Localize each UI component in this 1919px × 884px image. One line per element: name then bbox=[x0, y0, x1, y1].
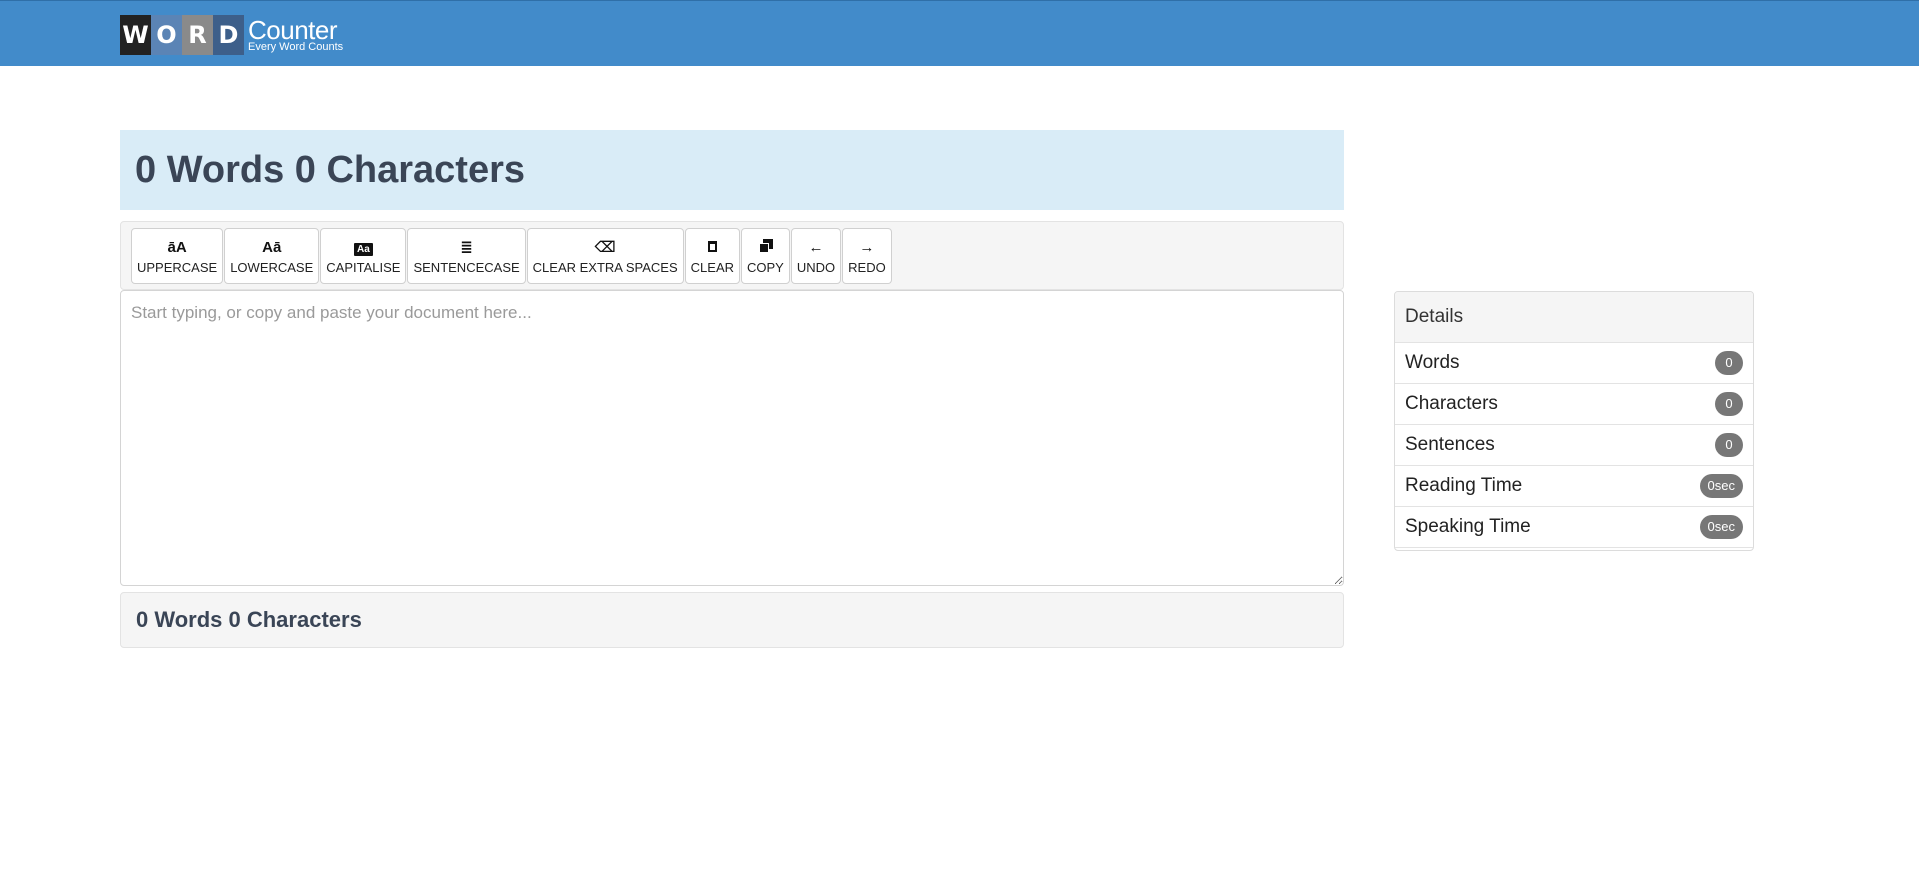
uppercase-icon: āA bbox=[167, 238, 187, 256]
top-navbar: W O R D Counter Every Word Counts bbox=[0, 0, 1919, 66]
lowercase-button[interactable]: Aā LOWERCASE bbox=[224, 228, 320, 284]
clear-button[interactable]: CLEAR bbox=[684, 228, 741, 284]
headline-count: 0 Words 0 Characters bbox=[120, 130, 1344, 210]
details-label: Characters bbox=[1405, 393, 1498, 414]
logo-letter-w: W bbox=[120, 15, 151, 55]
count-badge: 0 bbox=[1715, 392, 1743, 416]
count-badge: 0sec bbox=[1699, 515, 1743, 539]
trash-icon bbox=[707, 240, 717, 252]
footer-count: 0 Words 0 Characters bbox=[120, 592, 1344, 648]
align-justify-icon: ≣ bbox=[460, 238, 473, 256]
details-label: Sentences bbox=[1405, 434, 1495, 455]
uppercase-button[interactable]: āA UPPERCASE bbox=[131, 228, 224, 284]
logo[interactable]: W O R D Counter Every Word Counts bbox=[120, 15, 343, 55]
details-row-reading-time: Reading Time 0sec bbox=[1395, 466, 1753, 507]
logo-word: Counter bbox=[248, 15, 338, 45]
copy-label: COPY bbox=[747, 259, 784, 275]
document-textarea[interactable] bbox=[120, 290, 1344, 586]
capitalise-icon: Aa bbox=[353, 242, 373, 256]
uppercase-label: UPPERCASE bbox=[137, 259, 218, 275]
sentencecase-label: SENTENCECASE bbox=[413, 259, 520, 275]
undo-label: UNDO bbox=[796, 259, 836, 275]
text-tools-toolbar: āA UPPERCASE Aā LOWERCASE Aa CAPITALISE … bbox=[120, 221, 1344, 290]
logo-tagline: Every Word Counts bbox=[248, 41, 344, 53]
details-title: Details bbox=[1395, 292, 1753, 343]
details-row-words: Words 0 bbox=[1395, 343, 1753, 384]
redo-button[interactable]: → REDO bbox=[842, 228, 892, 284]
lowercase-icon: Aā bbox=[262, 238, 282, 256]
logo-letter-d: D bbox=[213, 15, 244, 55]
details-panel: Details Words 0 Characters 0 Sentences 0… bbox=[1394, 291, 1754, 551]
details-row-characters: Characters 0 bbox=[1395, 384, 1753, 425]
undo-button[interactable]: ← UNDO bbox=[790, 228, 842, 284]
logo-letter-r: R bbox=[182, 15, 213, 55]
redo-label: REDO bbox=[848, 259, 886, 275]
details-row-speaking-time: Speaking Time 0sec bbox=[1395, 507, 1753, 548]
count-badge: 0 bbox=[1715, 433, 1743, 457]
capitalise-button[interactable]: Aa CAPITALISE bbox=[320, 228, 407, 284]
copy-button[interactable]: COPY bbox=[741, 228, 790, 284]
clear-extra-spaces-label: CLEAR EXTRA SPACES bbox=[532, 259, 678, 275]
details-label: Reading Time bbox=[1405, 475, 1523, 496]
count-badge: 0sec bbox=[1699, 474, 1743, 498]
details-label: Speaking Time bbox=[1405, 516, 1531, 537]
copy-icon bbox=[758, 238, 774, 253]
logo-wordmark: Counter Every Word Counts bbox=[248, 15, 343, 53]
sentencecase-button[interactable]: ≣ SENTENCECASE bbox=[407, 228, 526, 284]
details-row-sentences: Sentences 0 bbox=[1395, 425, 1753, 466]
details-label: Words bbox=[1405, 352, 1460, 373]
eraser-icon: ⌫ bbox=[594, 238, 616, 256]
arrow-left-icon: ← bbox=[808, 238, 824, 256]
lowercase-label: LOWERCASE bbox=[230, 259, 314, 275]
count-badge: 0 bbox=[1715, 351, 1743, 375]
clear-extra-spaces-button[interactable]: ⌫ CLEAR EXTRA SPACES bbox=[526, 228, 684, 284]
capitalise-label: CAPITALISE bbox=[326, 259, 401, 275]
arrow-right-icon: → bbox=[859, 238, 875, 256]
clear-label: CLEAR bbox=[690, 259, 735, 275]
logo-letter-o: O bbox=[151, 15, 182, 55]
